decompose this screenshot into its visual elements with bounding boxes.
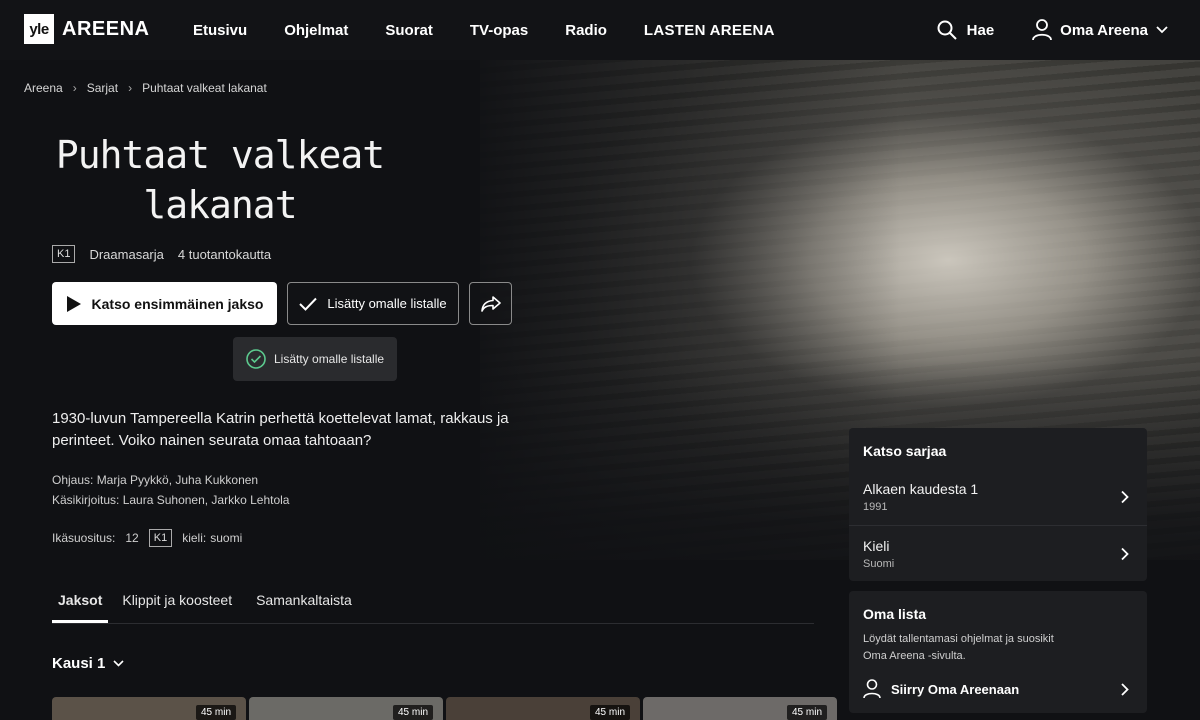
breadcrumb-sarjat[interactable]: Sarjat — [87, 81, 118, 95]
watch-series-heading: Katso sarjaa — [863, 443, 947, 459]
check-circle-icon — [246, 349, 266, 369]
added-to-list-toast: Lisätty omalle listalle — [233, 337, 397, 381]
tab-klippit[interactable]: Klippit ja koosteet — [122, 592, 232, 623]
share-button[interactable] — [469, 282, 512, 325]
play-icon — [66, 295, 81, 312]
breadcrumb-current: Puhtaat valkeat lakanat — [142, 81, 267, 95]
nav-link-lasten-areena[interactable]: LASTEN AREENA — [644, 22, 775, 39]
age-rating-badge: K1 — [52, 245, 76, 263]
yle-areena-logo[interactable]: yle AREENA — [24, 14, 149, 44]
option-title: Kieli — [863, 538, 890, 554]
option-subtitle: 1991 — [863, 500, 888, 513]
age-rating-badge-small: K1 — [148, 529, 173, 547]
genre-label: Draamasarja — [89, 246, 164, 262]
season-selector[interactable]: Kausi 1 — [52, 655, 124, 672]
series-credits: Ohjaus: Marja Pyykkö, Juha Kukkonen Käsi… — [52, 470, 289, 510]
series-title-line1: Puhtaat valkeat — [55, 133, 385, 177]
user-menu-label: Oma Areena — [1060, 21, 1148, 39]
language-option[interactable]: Kieli Suomi — [849, 525, 1147, 582]
yle-logo-mark: yle — [24, 14, 54, 44]
top-navigation: yle AREENA Etusivu Ohjelmat Suorat TV-op… — [0, 0, 1200, 60]
episode-duration: 45 min — [195, 705, 236, 720]
content-tabs: Jaksot Klippit ja koosteet Samankaltaist… — [52, 592, 814, 624]
chevron-right-icon — [1121, 547, 1129, 561]
toast-message: Lisätty omalle listalle — [274, 352, 385, 366]
user-menu-button[interactable]: Oma Areena — [1032, 19, 1168, 41]
added-button-label: Lisätty omalle listalle — [327, 296, 447, 311]
writers-credit: Käsikirjoitus: Laura Suhonen, Jarkko Leh… — [52, 493, 290, 507]
search-label: Hae — [966, 21, 995, 39]
directors-credit: Ohjaus: Marja Pyykkö, Juha Kukkonen — [52, 473, 259, 487]
episode-duration: 45 min — [786, 705, 827, 720]
language-label: kieli: — [182, 531, 207, 545]
episode-thumbnail[interactable]: 45 min — [446, 697, 640, 720]
nav-link-ohjelmat[interactable]: Ohjelmat — [284, 22, 348, 39]
episode-thumbnail[interactable]: 45 min — [249, 697, 443, 720]
user-icon — [1032, 19, 1053, 41]
language-value: suomi — [210, 531, 243, 545]
my-list-panel: Oma lista Löydät tallentamasi ohjelmat j… — [849, 591, 1147, 713]
series-title: Puhtaat valkeat lakanat — [40, 130, 400, 230]
start-from-season-option[interactable]: Alkaen kaudesta 1 1991 — [849, 468, 1147, 525]
nav-link-radio[interactable]: Radio — [565, 22, 607, 39]
my-list-description: Löydät tallentamasi ohjelmat ja suosikit… — [863, 633, 1054, 662]
action-buttons: Katso ensimmäinen jakso Lisätty omalle l… — [52, 282, 512, 325]
episode-thumbnail[interactable]: 45 min — [52, 697, 246, 720]
my-list-heading: Oma lista — [863, 606, 927, 622]
search-button[interactable]: Hae — [937, 20, 995, 40]
user-icon — [863, 679, 881, 699]
nav-link-suorat[interactable]: Suorat — [385, 22, 433, 39]
chevron-right-icon — [1121, 682, 1129, 696]
season-label: Kausi 1 — [52, 655, 106, 672]
added-to-list-button[interactable]: Lisätty omalle listalle — [287, 282, 459, 325]
watch-series-panel: Katso sarjaa Alkaen kaudesta 1 1991 Kiel… — [849, 428, 1147, 581]
main-nav-links: Etusivu Ohjelmat Suorat TV-opas Radio LA… — [193, 0, 812, 60]
tab-jaksot[interactable]: Jaksot — [52, 592, 109, 623]
watch-button-label: Katso ensimmäinen jakso — [91, 295, 264, 312]
nav-link-etusivu[interactable]: Etusivu — [193, 22, 247, 39]
episode-thumbnail[interactable]: 45 min — [643, 697, 837, 720]
nav-right: Hae Oma Areena — [937, 0, 1168, 60]
episode-duration: 45 min — [589, 705, 630, 720]
checkmark-icon — [299, 297, 318, 311]
chevron-right-icon: › — [72, 81, 77, 95]
breadcrumb-areena[interactable]: Areena — [24, 81, 63, 95]
ratings-row: Ikäsuositus: 12 K1 kieli: suomi — [52, 529, 242, 547]
chevron-right-icon — [1121, 490, 1129, 503]
series-title-line2: lakanat — [143, 183, 297, 227]
chevron-right-icon: › — [128, 81, 133, 95]
chevron-down-icon — [113, 660, 124, 667]
chevron-down-icon — [1156, 26, 1168, 34]
episode-thumbnails: 45 min 45 min 45 min 45 min — [52, 697, 837, 720]
watch-first-episode-button[interactable]: Katso ensimmäinen jakso — [52, 282, 277, 325]
series-meta: K1 Draamasarja 4 tuotantokautta — [52, 245, 271, 263]
seasons-count: 4 tuotantokautta — [177, 246, 272, 262]
age-recommendation-label: Ikäsuositus: — [52, 531, 116, 545]
tab-samankaltaista[interactable]: Samankaltaista — [256, 592, 352, 623]
areena-wordmark: AREENA — [62, 17, 150, 40]
go-to-oma-areena-link[interactable]: Siirry Oma Areenaan — [863, 679, 1133, 699]
go-to-oma-areena-label: Siirry Oma Areenaan — [891, 681, 1020, 697]
nav-link-tv-opas[interactable]: TV-opas — [470, 22, 528, 39]
search-icon — [937, 20, 957, 40]
breadcrumb: Areena › Sarjat › Puhtaat valkeat lakana… — [24, 81, 267, 95]
option-title: Alkaen kaudesta 1 — [863, 480, 979, 497]
share-icon — [480, 295, 501, 312]
option-subtitle: Suomi — [863, 558, 895, 570]
series-description: 1930-luvun Tampereella Katrin perhettä k… — [52, 410, 509, 449]
episode-duration: 45 min — [392, 705, 433, 720]
age-recommendation-value: 12 — [125, 531, 139, 545]
